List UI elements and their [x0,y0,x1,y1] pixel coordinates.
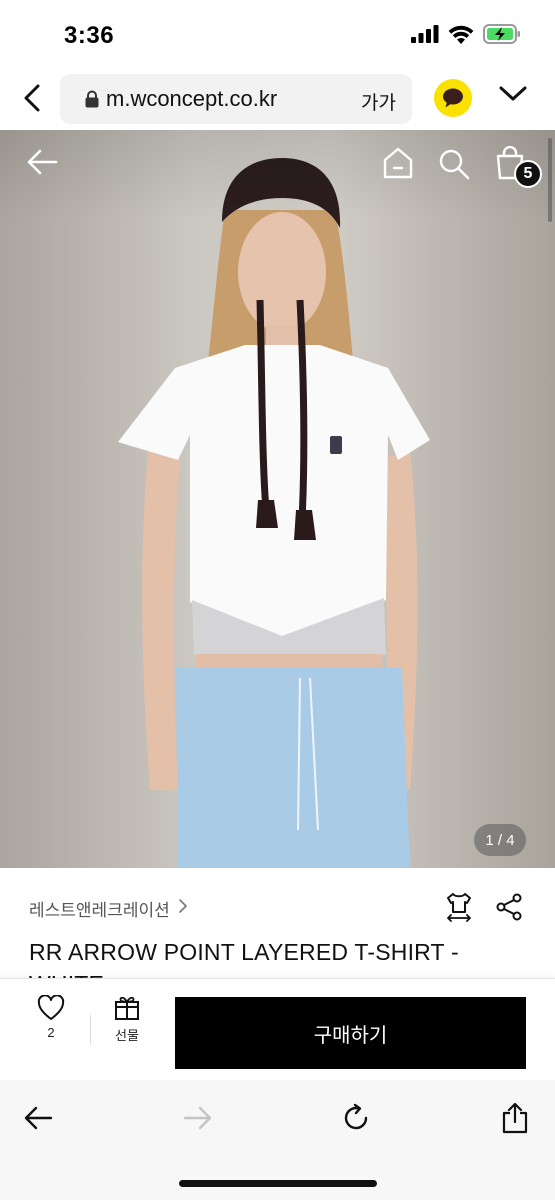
url-field[interactable]: m.wconcept.co.kr 가가 [60,74,412,124]
like-button[interactable]: 2 [22,995,80,1065]
back-arrow-icon [27,149,58,175]
kakao-talk-icon [443,88,463,108]
chevron-down-button[interactable] [498,84,528,109]
share-button[interactable] [495,893,523,926]
product-image-carousel[interactable]: 5 1 / 4 [0,130,555,868]
text-size-button[interactable]: 가가 [361,88,396,115]
purchase-bar: 2 선물 구매하기 [0,978,555,1080]
brand-link[interactable]: 레스트앤레크레이션 [29,896,188,921]
search-button[interactable] [438,148,470,185]
back-arrow-icon [24,1106,53,1130]
like-count: 2 [47,1025,55,1040]
product-action-icons [445,892,523,927]
safari-share-button[interactable] [497,1100,533,1136]
hero-back-button[interactable] [26,148,58,181]
size-guide-shirt-icon [447,893,471,922]
share-icon [496,893,522,921]
cellular-signal-icon [411,25,439,48]
browser-address-bar: m.wconcept.co.kr 가가 [0,70,555,130]
safari-forward-button[interactable] [180,1100,216,1136]
home-button[interactable] [382,146,414,185]
scroll-indicator [548,138,552,222]
cart-count-badge: 5 [514,160,542,188]
divider [90,1015,91,1045]
chevron-right-icon [178,898,188,919]
chevron-down-icon [499,86,527,101]
back-chevron-icon [24,84,40,112]
product-info: 레스트앤레크레이션 RR ARROW POINT LAYERED T-SHIRT… [0,868,555,978]
search-icon [439,149,470,180]
image-counter: 1 / 4 [474,824,526,856]
status-time: 3:36 [64,22,115,49]
share-icon [502,1102,528,1134]
browser-back-button[interactable] [16,82,48,114]
size-guide-button[interactable] [445,892,473,927]
wifi-icon [448,25,474,49]
safari-back-button[interactable] [20,1100,56,1136]
heart-icon [37,995,65,1020]
battery-charging-icon [483,24,521,49]
reload-button[interactable] [338,1100,374,1136]
lock-icon [85,90,99,113]
gift-label: 선물 [115,1028,139,1043]
product-photo [0,130,555,868]
brand-name: 레스트앤레크레이션 [29,901,170,920]
gift-button[interactable]: 선물 [100,993,154,1063]
safari-toolbar [0,1080,555,1200]
home-icon [383,147,413,179]
gift-icon [115,996,139,1020]
hero-top-gradient [0,130,555,220]
status-icons [411,24,521,49]
home-indicator [179,1180,377,1187]
reload-icon [344,1103,368,1130]
product-title: RR ARROW POINT LAYERED T-SHIRT - WHITE [29,939,459,978]
buy-button[interactable]: 구매하기 [175,997,526,1069]
url-text: m.wconcept.co.kr [106,86,278,111]
forward-arrow-icon [183,1106,212,1130]
kakao-talk-button[interactable] [434,79,472,117]
status-bar: 3:36 [0,0,555,70]
